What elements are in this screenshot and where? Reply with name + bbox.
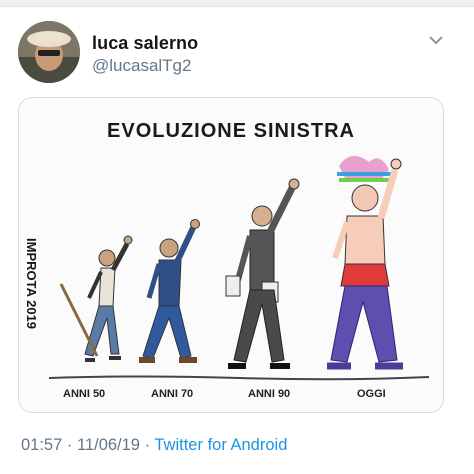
tweet-time[interactable]: 01:57: [21, 436, 62, 454]
figure-oggi: [327, 155, 403, 370]
tweet-meta: 01:57 · 11/06/19 · Twitter for Android: [21, 436, 287, 455]
avatar-photo: [18, 21, 80, 83]
era-label-oggi: OGGI: [357, 388, 386, 400]
era-label-anni-70: ANNI 70: [151, 388, 194, 400]
figure-anni-70: [139, 219, 200, 363]
meta-separator-2: ·: [144, 436, 151, 454]
figure-anni-90: [225, 178, 300, 369]
cartoon-title: EVOLUZIONE SINISTRA: [107, 120, 355, 142]
chevron-down-icon[interactable]: [426, 32, 446, 48]
tweet-image[interactable]: EVOLUZIONE SINISTRA IMPROTA 2019 ANNI 50…: [18, 97, 444, 413]
top-divider: [0, 0, 474, 7]
era-label-anni-90: ANNI 90: [248, 388, 291, 400]
tweet-source-link[interactable]: Twitter for Android: [154, 436, 287, 454]
figure-anni-50: [59, 235, 133, 362]
display-name[interactable]: luca salerno: [92, 33, 198, 54]
user-handle[interactable]: @lucasalTg2: [92, 56, 191, 76]
tweet-date[interactable]: 11/06/19: [77, 436, 140, 454]
avatar[interactable]: [18, 21, 80, 83]
meta-separator: ·: [66, 436, 73, 454]
era-label-anni-50: ANNI 50: [63, 388, 106, 400]
artist-signature: IMPROTA 2019: [24, 238, 39, 330]
